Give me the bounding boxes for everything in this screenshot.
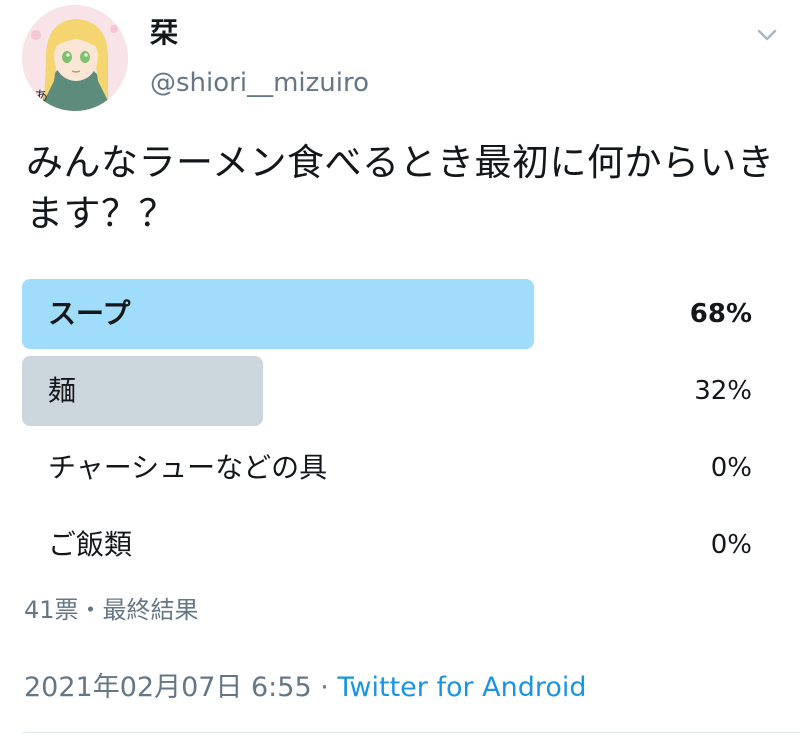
tweet-source-link[interactable]: Twitter for Android xyxy=(337,672,586,703)
poll-option-percent: 0% xyxy=(710,530,752,560)
chevron-down-icon[interactable] xyxy=(752,22,782,48)
svg-text:あ: あ xyxy=(34,89,48,105)
tweet-timestamp-line: 2021年02月07日 6:55 · Twitter for Android xyxy=(24,670,587,706)
poll-option-label: チャーシューなどの具 xyxy=(48,451,328,484)
author-avatar[interactable]: あ xyxy=(22,5,128,111)
poll-option-percent: 68% xyxy=(689,299,752,329)
anime-girl-avatar-icon: あ xyxy=(22,5,128,111)
poll-option-label: 麺 xyxy=(48,374,77,407)
divider xyxy=(22,732,800,733)
tweet-text: みんなラーメン食べるとき最初に何からいきます？？ xyxy=(26,141,775,235)
poll-option-label: ご飯類 xyxy=(48,528,133,561)
poll-option: チャーシューなどの具 0% xyxy=(22,433,752,503)
poll-option: 麺 32% xyxy=(22,356,752,426)
poll-option-percent: 32% xyxy=(694,376,752,406)
author-display-name[interactable]: 栞 xyxy=(150,16,178,50)
poll-option-percent: 0% xyxy=(710,453,752,483)
poll-option-label: スープ xyxy=(48,297,131,330)
poll-vote-summary: 41票・最終結果 xyxy=(24,596,199,624)
poll-option: ご飯類 0% xyxy=(22,510,752,580)
tweet-timestamp[interactable]: 2021年02月07日 6:55 xyxy=(24,672,312,703)
author-handle[interactable]: @shiori__mizuiro xyxy=(150,67,369,99)
timestamp-separator: · xyxy=(311,672,338,703)
poll: スープ 68% 麺 32% チャーシューなどの具 0% ご飯類 0% xyxy=(22,279,752,587)
poll-option: スープ 68% xyxy=(22,279,752,349)
